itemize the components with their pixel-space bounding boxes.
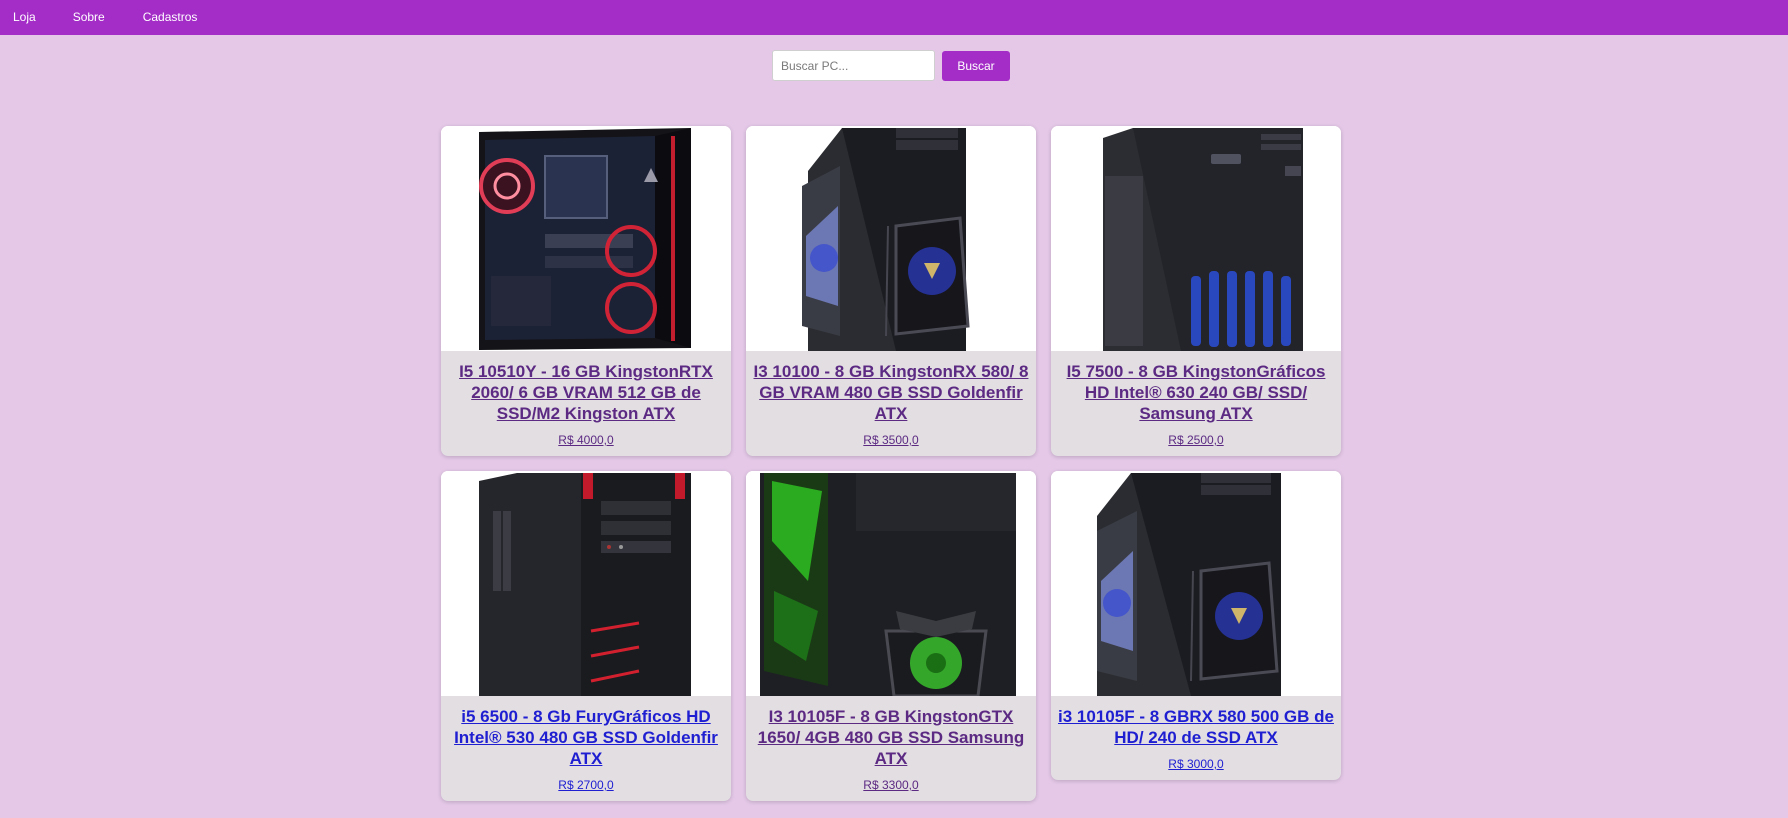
- product-card: I5 7500 - 8 GB KingstonGráficos HD Intel…: [1051, 126, 1341, 456]
- product-price-link[interactable]: R$ 4000,0: [441, 433, 731, 448]
- pc-case-green-led-icon: [746, 471, 1036, 698]
- nav-link-cadastros[interactable]: Cadastros: [143, 0, 198, 35]
- product-card: i5 6500 - 8 Gb FuryGráficos HD Intel® 53…: [441, 471, 731, 801]
- search-input[interactable]: [772, 50, 935, 81]
- pc-case-black-blue-vents-icon: [1051, 126, 1341, 351]
- product-price-link[interactable]: R$ 3000,0: [1051, 757, 1341, 772]
- pc-case-red-fans-icon: [441, 126, 731, 351]
- product-image[interactable]: [746, 471, 1036, 698]
- product-image[interactable]: [1051, 126, 1341, 351]
- product-card: I3 10100 - 8 GB KingstonRX 580/ 8 GB VRA…: [746, 126, 1036, 456]
- search-button[interactable]: Buscar: [942, 50, 1010, 81]
- product-title-link[interactable]: I5 10510Y - 16 GB KingstonRTX 2060/ 6 GB…: [447, 361, 725, 424]
- nav-link-loja[interactable]: Loja: [13, 0, 36, 35]
- pc-case-blue-led-icon: [1051, 471, 1341, 696]
- product-image[interactable]: [441, 126, 731, 351]
- product-title-link[interactable]: i5 6500 - 8 Gb FuryGráficos HD Intel® 53…: [447, 706, 725, 769]
- product-image[interactable]: [441, 471, 731, 696]
- product-title-link[interactable]: I3 10105F - 8 GB KingstonGTX 1650/ 4GB 4…: [752, 706, 1030, 769]
- product-title-link[interactable]: I3 10100 - 8 GB KingstonRX 580/ 8 GB VRA…: [752, 361, 1030, 424]
- product-price-link[interactable]: R$ 3500,0: [746, 433, 1036, 448]
- product-price-link[interactable]: R$ 3300,0: [746, 778, 1036, 793]
- product-card: I3 10105F - 8 GB KingstonGTX 1650/ 4GB 4…: [746, 471, 1036, 801]
- product-price-link[interactable]: R$ 2700,0: [441, 778, 731, 793]
- nav-link-sobre[interactable]: Sobre: [73, 0, 105, 35]
- product-card: i3 10105F - 8 GBRX 580 500 GB de HD/ 240…: [1051, 471, 1341, 780]
- product-image[interactable]: [1051, 471, 1341, 696]
- product-card: I5 10510Y - 16 GB KingstonRTX 2060/ 6 GB…: [441, 126, 731, 456]
- product-title-link[interactable]: I5 7500 - 8 GB KingstonGráficos HD Intel…: [1057, 361, 1335, 424]
- product-title-link[interactable]: i3 10105F - 8 GBRX 580 500 GB de HD/ 240…: [1057, 706, 1335, 748]
- top-navbar: Loja Sobre Cadastros: [0, 0, 1788, 35]
- search-bar: Buscar: [772, 50, 1010, 81]
- product-grid: I5 10510Y - 16 GB KingstonRTX 2060/ 6 GB…: [441, 126, 1341, 801]
- pc-case-blue-led-icon: [746, 126, 1036, 351]
- product-image[interactable]: [746, 126, 1036, 351]
- product-price-link[interactable]: R$ 2500,0: [1051, 433, 1341, 448]
- pc-case-red-stripes-icon: [441, 471, 731, 696]
